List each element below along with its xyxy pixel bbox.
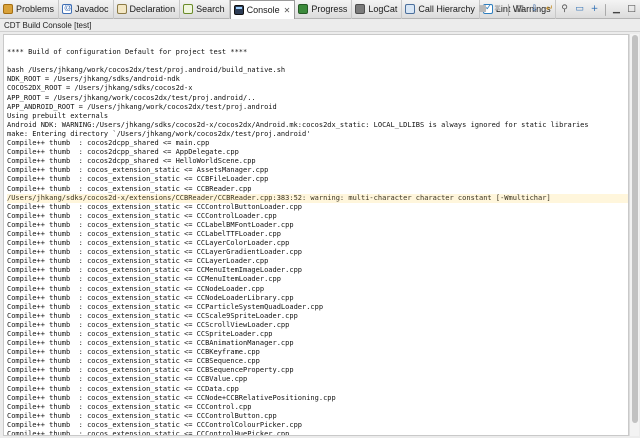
open-console-icon[interactable]: + bbox=[588, 3, 601, 16]
tab-label: Console bbox=[246, 5, 280, 15]
console-line: Compile++ thumb : cocos_extension_static… bbox=[7, 384, 239, 393]
clear-console-icon[interactable]: ▤ bbox=[513, 3, 526, 16]
console-icon bbox=[233, 5, 244, 15]
console-line: Compile++ thumb : cocos_extension_static… bbox=[7, 229, 281, 238]
tab-label: Javadoc bbox=[75, 4, 109, 14]
console-line: Using prebuilt externals bbox=[7, 111, 109, 120]
console-line: Compile++ thumb : cocos_extension_static… bbox=[7, 348, 260, 357]
console-line: APP_ANDROID_ROOT = /Users/jhkang/work/co… bbox=[7, 102, 277, 111]
console-line: Compile++ thumb : cocos_extension_static… bbox=[7, 375, 248, 384]
tab-call-hierarchy[interactable]: Call Hierarchy bbox=[402, 0, 480, 19]
console-line: APP_ROOT = /Users/jhkang/work/cocos2dx/t… bbox=[7, 93, 256, 102]
tab-search[interactable]: Search bbox=[180, 0, 230, 19]
tab-console[interactable]: Console ✕ bbox=[229, 0, 296, 20]
console-line: Compile++ thumb : cocos2dcpp_shared <= A… bbox=[7, 148, 239, 157]
console-line: Compile++ thumb : cocos_extension_static… bbox=[7, 239, 290, 248]
tab-label: Problems bbox=[16, 4, 55, 14]
toolbar-separator bbox=[508, 3, 509, 16]
console-line: Compile++ thumb : cocos_extension_static… bbox=[7, 366, 294, 375]
display-console-icon[interactable]: ▭ bbox=[573, 3, 586, 16]
console-line: Compile++ thumb : cocos_extension_static… bbox=[7, 302, 324, 311]
minimize-icon[interactable]: ▁ bbox=[610, 3, 623, 16]
tab-label: Call Hierarchy bbox=[418, 4, 475, 14]
remove-launch-icon[interactable]: ✖ bbox=[491, 3, 504, 16]
console-line: make: Entering directory `/Users/jhkang/… bbox=[7, 129, 311, 138]
console-line: Compile++ thumb : cocos_extension_static… bbox=[7, 402, 252, 411]
console-line: Compile++ thumb : cocos_extension_static… bbox=[7, 357, 260, 366]
console-lines: **** Build of configuration Default for … bbox=[4, 35, 628, 436]
word-wrap-icon[interactable]: ↵ bbox=[543, 3, 556, 16]
progress-icon bbox=[298, 4, 309, 14]
toolbar-separator bbox=[605, 3, 606, 16]
search-icon bbox=[183, 4, 194, 14]
console-line: Compile++ thumb : cocos_extension_static… bbox=[7, 339, 294, 348]
console-title: CDT Build Console [test] bbox=[0, 19, 640, 32]
console-line: Android NDK: WARNING:/Users/jhkang/sdks/… bbox=[7, 120, 589, 129]
console-line: Compile++ thumb : cocos_extension_static… bbox=[7, 284, 265, 293]
console-line: Compile++ thumb : cocos_extension_static… bbox=[7, 330, 273, 338]
console-line: Compile++ thumb : cocos_extension_static… bbox=[7, 248, 303, 257]
console-line: Compile++ thumb : cocos_extension_static… bbox=[7, 420, 303, 429]
console-line: **** Build of configuration Default for … bbox=[7, 48, 248, 57]
tab-declaration[interactable]: Declaration bbox=[114, 0, 181, 19]
tab-label: Progress bbox=[311, 4, 348, 14]
scrollbar-thumb[interactable] bbox=[632, 35, 638, 423]
console-line: Compile++ thumb : cocos_extension_static… bbox=[7, 166, 269, 175]
console-line: Compile++ thumb : cocos_extension_static… bbox=[7, 175, 269, 184]
console-line: NDK_ROOT = /Users/jhkang/sdks/android-nd… bbox=[7, 75, 180, 84]
tab-logcat[interactable]: LogCat bbox=[352, 0, 403, 19]
console-line: Compile++ thumb : cocos_extension_static… bbox=[7, 293, 294, 302]
problems-icon bbox=[3, 4, 13, 14]
console-warning-line: /Users/jhkang/sdks/cocos2d-x/extensions/… bbox=[7, 193, 628, 203]
tab-problems[interactable]: Problems bbox=[0, 0, 60, 19]
console-toolbar: ■ ✖ ▤ ⇩ ↵ ⚲ ▭ + ▁ □ bbox=[476, 2, 638, 17]
console-line: Compile++ thumb : cocos_extension_static… bbox=[7, 266, 303, 275]
maximize-icon[interactable]: □ bbox=[625, 3, 638, 16]
tab-label: LogCat bbox=[368, 4, 398, 14]
vertical-scrollbar[interactable] bbox=[629, 34, 639, 436]
logcat-icon bbox=[355, 4, 366, 14]
tab-label: Search bbox=[196, 4, 225, 14]
pin-console-icon[interactable]: ⚲ bbox=[558, 3, 571, 16]
javadoc-icon bbox=[62, 3, 72, 14]
console-line: Compile++ thumb : cocos_extension_static… bbox=[7, 411, 277, 420]
call-hierarchy-icon bbox=[405, 4, 416, 14]
console-line: Compile++ thumb : cocos_extension_static… bbox=[7, 430, 290, 436]
console-line: Compile++ thumb : cocos_extension_static… bbox=[7, 393, 336, 402]
console-line: Compile++ thumb : cocos_extension_static… bbox=[7, 257, 269, 266]
console-line: COCOS2DX_ROOT = /Users/jhkang/sdks/cocos… bbox=[7, 84, 193, 93]
console-line: Compile++ thumb : cocos2dcpp_shared <= H… bbox=[7, 157, 256, 166]
tab-progress[interactable]: Progress bbox=[295, 0, 353, 19]
console-line: bash /Users/jhkang/work/cocos2dx/test/pr… bbox=[7, 66, 286, 75]
console-output[interactable]: **** Build of configuration Default for … bbox=[3, 34, 629, 436]
terminate-icon[interactable]: ■ bbox=[476, 3, 489, 16]
console-line: Compile++ thumb : cocos_extension_static… bbox=[7, 184, 252, 193]
console-line: Compile++ thumb : cocos_extension_static… bbox=[7, 211, 277, 220]
console-line: Compile++ thumb : cocos_extension_static… bbox=[7, 275, 281, 284]
tab-label: Declaration bbox=[129, 4, 176, 14]
scroll-lock-icon[interactable]: ⇩ bbox=[528, 3, 541, 16]
console-line: Compile++ thumb : cocos_extension_static… bbox=[7, 311, 298, 320]
console-line: Compile++ thumb : cocos_extension_static… bbox=[7, 202, 303, 211]
console-line: Compile++ thumb : cocos_extension_static… bbox=[7, 220, 294, 229]
tab-javadoc[interactable]: Javadoc bbox=[59, 0, 114, 19]
declaration-icon bbox=[116, 4, 127, 14]
close-tab-icon[interactable]: ✕ bbox=[284, 6, 291, 15]
console-line: Compile++ thumb : cocos2dcpp_shared <= m… bbox=[7, 139, 210, 148]
console-line: Compile++ thumb : cocos_extension_static… bbox=[7, 320, 290, 329]
